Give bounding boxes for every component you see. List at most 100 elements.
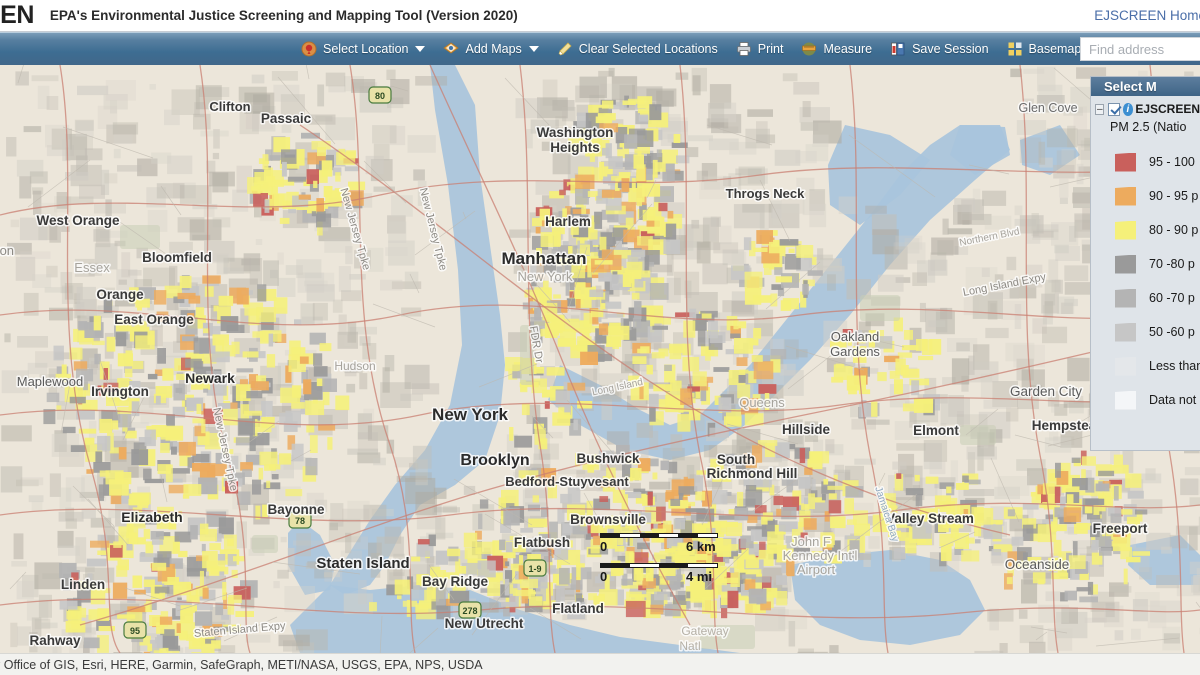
- ejscreen-home-link[interactable]: EJSCREEN Home: [1094, 8, 1200, 23]
- svg-text:Airport: Airport: [797, 562, 836, 577]
- svg-text:West Orange: West Orange: [36, 213, 120, 228]
- svg-text:Gateway: Gateway: [681, 624, 728, 638]
- location-pin-icon: [301, 41, 317, 57]
- map-label: HempsteaHempstea: [1030, 417, 1098, 435]
- legend-swatch: [1115, 390, 1136, 410]
- svg-text:Valley Stream: Valley Stream: [886, 511, 974, 526]
- scale-bar-mi: 0 4 mi: [600, 563, 730, 585]
- svg-text:Maplewood: Maplewood: [17, 374, 84, 389]
- map-label: Richmond HillRichmond Hill: [705, 465, 799, 483]
- svg-text:Bloomfield: Bloomfield: [142, 250, 212, 265]
- printer-icon: [736, 41, 752, 57]
- svg-text:Clifton: Clifton: [209, 99, 250, 114]
- save-session-label: Save Session: [912, 42, 989, 56]
- svg-text:Orange: Orange: [96, 287, 144, 302]
- select-location-button[interactable]: Select Location: [292, 33, 434, 66]
- svg-text:Hillside: Hillside: [782, 422, 831, 437]
- map-label: MaplewoodMaplewood: [15, 373, 85, 391]
- collapse-toggle[interactable]: –: [1095, 103, 1105, 115]
- map-label: John FJohn F: [790, 533, 833, 551]
- legend-swatch: [1115, 254, 1136, 274]
- svg-text:Staten Island: Staten Island: [316, 555, 409, 572]
- map-label: Bedford-StuyvesantBedford-Stuyvesant: [504, 473, 631, 491]
- search-input[interactable]: [1081, 38, 1200, 60]
- svg-text:Kennedy Int'l: Kennedy Int'l: [783, 548, 858, 563]
- map-label: Valley StreamValley Stream: [885, 510, 976, 528]
- svg-text:Manhattan: Manhattan: [502, 249, 587, 268]
- measure-button[interactable]: Measure: [792, 33, 881, 66]
- chevron-down-icon: [415, 46, 426, 52]
- svg-text:Elizabeth: Elizabeth: [121, 509, 182, 525]
- map-label: East OrangeEast Orange: [113, 311, 196, 329]
- eraser-icon: [557, 41, 573, 57]
- svg-text:New York: New York: [432, 405, 508, 424]
- map-label: GardensGardens: [829, 343, 882, 361]
- legend-swatch: [1115, 220, 1136, 240]
- map-label: Glen CoveGlen Cove: [1017, 100, 1079, 117]
- legend-label: 70 -80 p: [1149, 257, 1195, 271]
- map-label: West OrangeWest Orange: [35, 212, 122, 230]
- svg-text:Glen Cove: Glen Cove: [1018, 101, 1077, 115]
- save-session-button[interactable]: Save Session: [881, 33, 997, 66]
- map-label: Bay RidgeBay Ridge: [420, 573, 490, 591]
- map-label: HeightsHeights: [549, 139, 602, 157]
- legend-label: 90 - 95 p: [1149, 189, 1199, 203]
- svg-text:Linden: Linden: [61, 577, 105, 592]
- svg-text:278: 278: [462, 606, 477, 616]
- toolbar-items: Select Location Add Maps Clear Selected …: [292, 33, 1107, 66]
- legend-panel: Select M – i EJSCREEN PM 2.5 (Natio 95 -…: [1090, 76, 1200, 451]
- svg-text:Richmond Hill: Richmond Hill: [707, 466, 798, 481]
- svg-text:Elmont: Elmont: [913, 423, 959, 438]
- legend-swatch: [1115, 322, 1136, 342]
- svg-text:Flatland: Flatland: [552, 601, 604, 616]
- main-toolbar: Select Location Add Maps Clear Selected …: [0, 32, 1200, 65]
- map-label: Garden CityGarden City: [1008, 383, 1083, 401]
- legend-label: Less than: [1149, 359, 1200, 373]
- map-label: Staten IslandStaten Island: [315, 554, 411, 574]
- svg-text:Bayonne: Bayonne: [267, 502, 325, 517]
- info-icon[interactable]: i: [1122, 102, 1134, 116]
- legend-item: Less than: [1091, 349, 1200, 383]
- legend-label: Data not: [1149, 393, 1197, 407]
- layer-visibility-checkbox[interactable]: [1108, 102, 1120, 116]
- map-label: IrvingtonIrvington: [90, 383, 151, 401]
- map-label: tonton: [0, 242, 16, 260]
- clear-selected-locations-button[interactable]: Clear Selected Locations: [548, 33, 727, 66]
- scale-km-max: 6 km: [686, 539, 716, 554]
- address-search-box[interactable]: [1080, 37, 1200, 61]
- map-label: BayonneBayonne: [266, 501, 327, 519]
- layer-row: – i EJSCREEN: [1091, 99, 1200, 119]
- map-label: ManhattanManhattan: [500, 248, 588, 270]
- map-label: FlatbushFlatbush: [512, 534, 571, 552]
- map-label: FlatlandFlatland: [551, 600, 606, 618]
- svg-text:Irvington: Irvington: [91, 384, 149, 399]
- svg-text:Harlem: Harlem: [545, 214, 591, 229]
- svg-text:Heights: Heights: [550, 140, 600, 155]
- svg-text:Natl: Natl: [679, 639, 700, 653]
- map-label: GatewayGateway: [680, 623, 730, 640]
- layers-icon: [443, 41, 460, 57]
- map-label: Throgs NeckThrogs Neck: [724, 185, 807, 203]
- map-label: NatlNatl: [678, 638, 702, 654]
- highway-shield-icon: 95: [123, 621, 147, 639]
- attribution-text: y Office of GIS, Esri, HERE, Garmin, Saf…: [0, 657, 483, 672]
- ejscreen-app: EEN EPA's Environmental Justice Screenin…: [0, 0, 1200, 675]
- map-label: New YorkNew York: [516, 268, 574, 286]
- add-maps-label: Add Maps: [465, 42, 522, 56]
- scale-km-zero: 0: [600, 539, 608, 554]
- print-button[interactable]: Print: [727, 33, 793, 66]
- basemap-label: Basemap: [1028, 42, 1082, 56]
- highway-shield-icon: 80: [368, 86, 392, 104]
- add-maps-button[interactable]: Add Maps: [434, 33, 547, 66]
- ruler-icon: [801, 41, 817, 57]
- map-label: BrooklynBrooklyn: [459, 451, 531, 471]
- legend-swatch: [1115, 152, 1136, 172]
- svg-text:78: 78: [295, 516, 305, 526]
- svg-text:Flatbush: Flatbush: [514, 535, 570, 550]
- page-title: EPA's Environmental Justice Screening an…: [49, 8, 518, 23]
- map-label: NewarkNewark: [184, 369, 237, 388]
- svg-text:Hudson: Hudson: [334, 359, 375, 373]
- select-location-label: Select Location: [323, 42, 409, 56]
- legend-item: 60 -70 p: [1091, 281, 1200, 315]
- map-label: RahwayRahway: [28, 632, 83, 650]
